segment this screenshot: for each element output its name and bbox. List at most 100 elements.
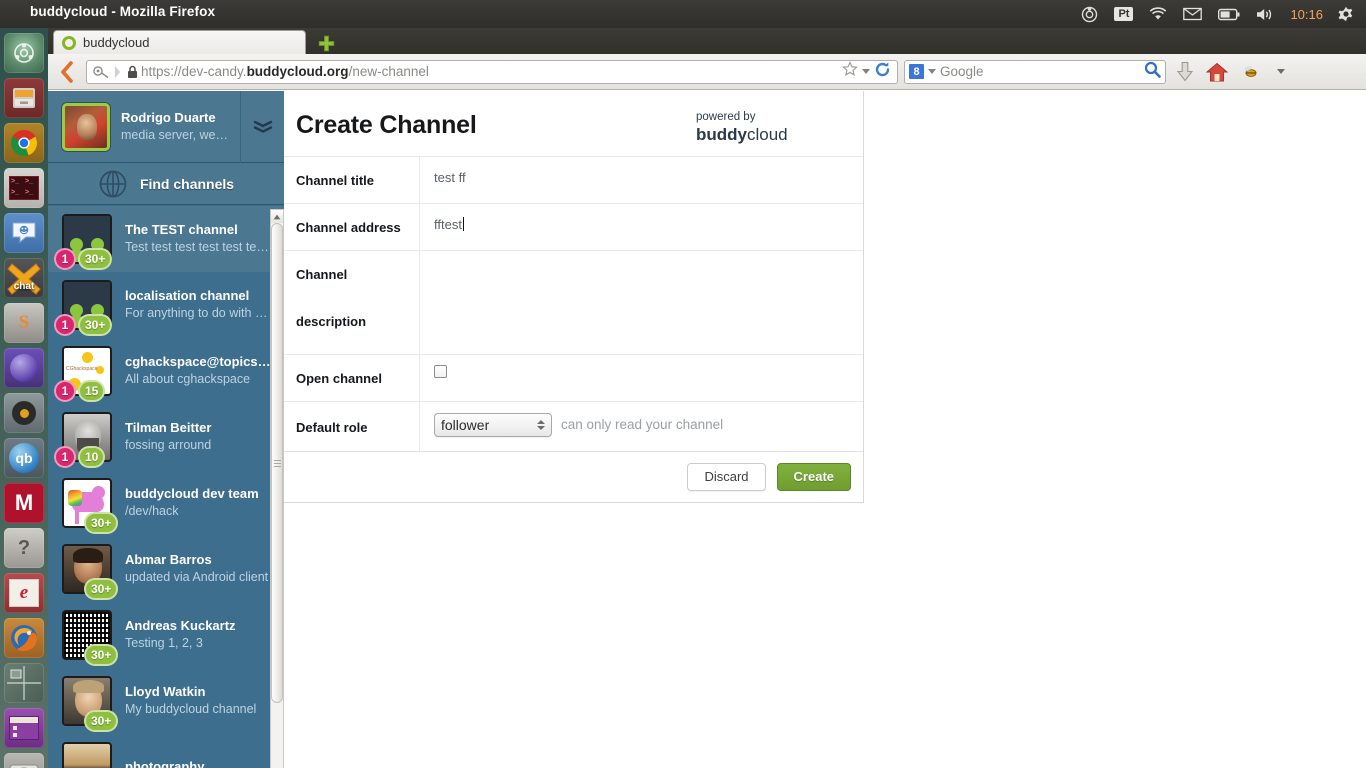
files-icon[interactable] (4, 78, 44, 118)
find-channels-button[interactable]: Find channels (48, 163, 284, 205)
unity-top-panel: buddycloud - Mozilla Firefox Pt 10:16 (0, 0, 1366, 28)
search-engine-icon[interactable]: 8 (909, 64, 924, 79)
search-engine-caret[interactable] (928, 69, 936, 74)
ubuntu-software-icon[interactable] (4, 708, 44, 748)
unread-badge: 1 (54, 248, 76, 270)
channel-list-item[interactable]: 1 10 Tilman Beitter fossing arround (48, 404, 284, 470)
search-bar[interactable]: 8 Google (904, 59, 1166, 84)
channel-address-label: Channel address (284, 204, 420, 251)
google-chrome-icon[interactable] (4, 123, 44, 163)
session-gear-icon[interactable] (1330, 0, 1362, 28)
channel-title-value: test ff (434, 170, 466, 185)
volume-icon[interactable] (1248, 0, 1283, 28)
battery-icon[interactable] (1210, 0, 1248, 28)
create-button[interactable]: Create (776, 462, 851, 491)
field-row-channel-description: Channel description (284, 251, 863, 356)
clock[interactable]: 10:16 (1283, 7, 1330, 22)
discard-button[interactable]: Discard (687, 462, 766, 491)
workspace-switcher-icon[interactable] (4, 663, 44, 703)
mail-icon[interactable] (1175, 0, 1210, 28)
search-input[interactable]: Google (940, 64, 1140, 79)
channel-thumbnail: 1 10 (54, 412, 112, 468)
wifi-icon[interactable] (1141, 0, 1175, 28)
channel-title: localisation channel (125, 288, 250, 304)
disk-icon[interactable] (4, 753, 44, 768)
opera-icon[interactable] (4, 348, 44, 388)
new-tab-button[interactable] (312, 32, 340, 54)
screen: buddycloud - Mozilla Firefox Pt 10:16 >_… (0, 0, 1366, 768)
channel-text: Lloyd Watkin My buddycloud channel (125, 683, 284, 719)
channel-list-item[interactable]: photography (48, 734, 284, 768)
audio-player-icon[interactable] (4, 393, 44, 433)
profile-row[interactable]: Rodrigo Duarte media server, we… (48, 91, 284, 163)
count-badge: 30+ (84, 710, 119, 732)
identity-chevron (115, 65, 120, 78)
identity-box[interactable] (91, 65, 124, 79)
channel-list-item[interactable]: CGhackspace 1 15 cghackspace@topics.... … (48, 338, 284, 404)
channel-text: buddycloud dev team /dev/hack (125, 485, 284, 521)
count-badge: 30+ (84, 578, 119, 600)
default-role-cell: follower can only read your channel (420, 402, 863, 450)
channel-list[interactable]: 1 30+ The TEST channel Test test test te… (48, 206, 284, 768)
avatar[interactable] (62, 102, 110, 151)
xchat-icon[interactable]: chat (4, 258, 44, 298)
channel-list-item[interactable]: 30+ Andreas Kuckartz Testing 1, 2, 3 (48, 602, 284, 668)
profile-expand-toggle[interactable] (240, 91, 284, 163)
reload-icon[interactable] (874, 61, 891, 83)
url-bar[interactable]: https://dev-candy.buddycloud.org/new-cha… (86, 59, 898, 84)
channel-title-input[interactable]: test ff (420, 157, 863, 203)
default-role-select[interactable]: follower (434, 412, 552, 437)
channel-subtitle: Testing 1, 2, 3 (125, 636, 203, 651)
channel-title: Andreas Kuckartz (125, 618, 236, 634)
mendeley-label: M (14, 490, 34, 515)
sidebar-scrollbar[interactable] (270, 209, 284, 768)
channel-subtitle: My buddycloud channel (125, 702, 257, 717)
pdf-reader-icon[interactable]: e (4, 573, 44, 613)
toolbar-overflow-icon[interactable] (1268, 59, 1294, 85)
tab-buddycloud[interactable]: buddycloud (53, 30, 306, 54)
channel-list-item[interactable]: 1 30+ The TEST channel Test test test te… (48, 206, 284, 272)
navigation-toolbar: https://dev-candy.buddycloud.org/new-cha… (48, 54, 1366, 90)
url-path: /new-channel (348, 64, 429, 79)
qbittorrent-icon[interactable]: qb (4, 438, 44, 478)
text-cursor (462, 217, 464, 232)
channel-list-item[interactable]: 1 30+ localisation channel For anything … (48, 272, 284, 338)
terminal-icon[interactable]: >_ >_ >_ >_ (4, 168, 44, 208)
channel-subtitle: /dev/hack (125, 504, 179, 519)
channel-thumbnail: 30+ (62, 610, 119, 666)
channel-address-value: fftest (434, 217, 462, 233)
channel-title: cghackspace@topics.... (125, 354, 272, 370)
bookmark-star-icon[interactable] (842, 61, 858, 82)
open-channel-checkbox[interactable] (434, 365, 447, 379)
count-badge: 15 (78, 380, 106, 402)
help-icon[interactable]: ? (4, 528, 44, 568)
profile-name: Rodrigo Duarte (121, 110, 216, 126)
mendeley-icon[interactable]: M (4, 483, 44, 523)
channel-text: photography (125, 758, 284, 768)
channel-list-item[interactable]: 30+ Abmar Barros updated via Android cli… (48, 536, 284, 602)
firefox-icon[interactable] (4, 618, 44, 658)
unread-badge: 1 (54, 380, 76, 402)
empathy-chat-icon[interactable] (4, 213, 44, 253)
channel-description-input[interactable] (420, 251, 863, 354)
globe-icon (98, 169, 128, 199)
ubuntuone-icon[interactable] (1073, 0, 1106, 28)
channel-address-input[interactable]: fftest (420, 204, 863, 250)
channel-subtitle: Test test test test test test… (125, 240, 272, 255)
home-icon[interactable] (1204, 59, 1230, 85)
count-badge: 10 (78, 446, 106, 468)
channel-list-item[interactable]: 30+ Lloyd Watkin My buddycloud channel (48, 668, 284, 734)
back-button[interactable] (54, 60, 80, 83)
addon-bee-icon[interactable] (1236, 59, 1262, 85)
search-go-icon[interactable] (1144, 61, 1161, 83)
scroll-up-arrow[interactable] (271, 210, 283, 223)
bookmark-dropdown-caret[interactable] (862, 69, 870, 74)
channel-list-item[interactable]: 30+ buddycloud dev team /dev/hack (48, 470, 284, 536)
language-indicator[interactable]: Pt (1106, 0, 1141, 28)
ubuntu-dash-icon[interactable] (4, 33, 44, 73)
scrollbar-thumb[interactable] (271, 223, 283, 703)
sublime-text-icon[interactable]: S (4, 303, 44, 343)
downloads-icon[interactable] (1172, 59, 1198, 85)
field-row-channel-address: Channel address fftest (284, 204, 863, 252)
urlbar-buttons (842, 61, 893, 83)
